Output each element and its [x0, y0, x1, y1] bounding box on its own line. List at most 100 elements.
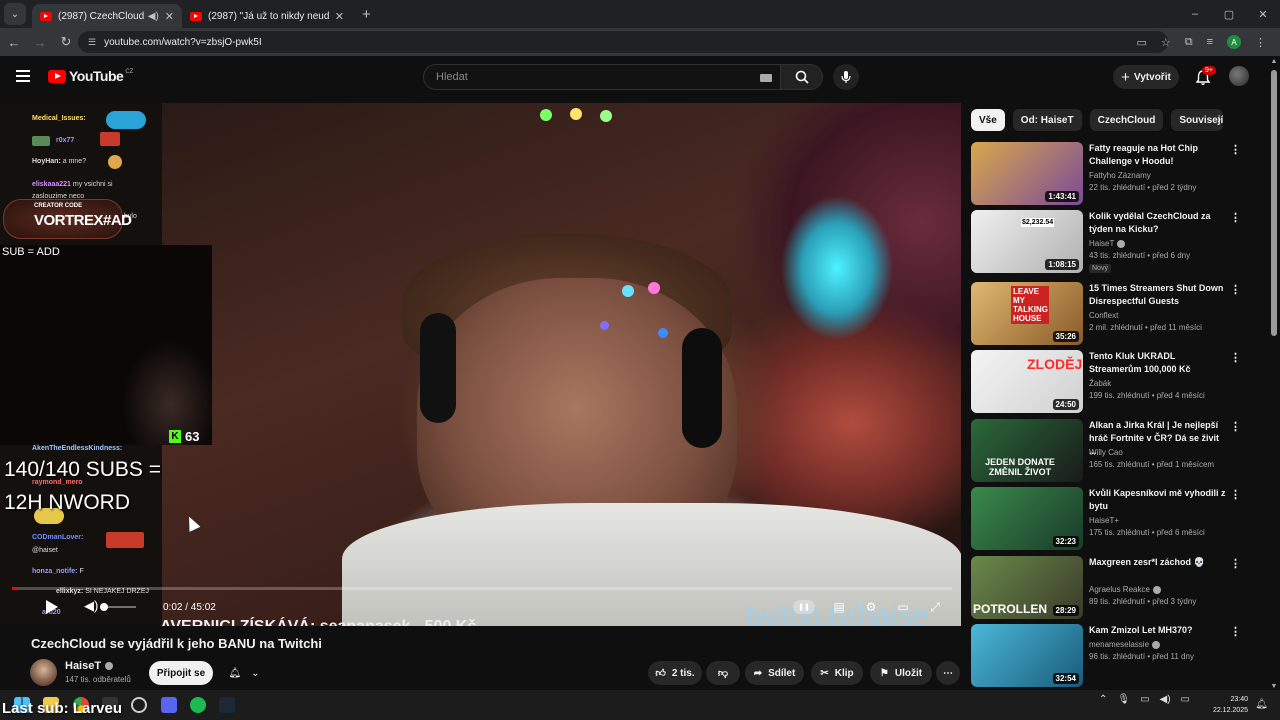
channel-name[interactable]: HaiseT: [65, 660, 114, 672]
clip-button[interactable]: ✂ Klip: [811, 661, 863, 685]
tab-close-icon[interactable]: ✕: [335, 10, 344, 23]
extensions-icon[interactable]: ⧉: [1185, 36, 1193, 49]
spotify-icon[interactable]: [190, 697, 206, 713]
steam-icon[interactable]: [219, 697, 235, 713]
more-actions-button[interactable]: ⋯: [936, 661, 960, 685]
recommendation-thumbnail[interactable]: ZLODĚJ 24:50: [971, 350, 1083, 413]
subtitles-icon[interactable]: ▤: [831, 600, 847, 614]
recommendation-title[interactable]: Kvůli Kapesníkovi mě vyhodili z bytu: [1089, 487, 1229, 513]
play-icon[interactable]: [46, 600, 58, 614]
recommendation-channel[interactable]: Žabák: [1089, 379, 1111, 388]
more-options-icon[interactable]: ⋮: [1230, 488, 1241, 501]
keyboard-icon[interactable]: [760, 74, 772, 82]
recommendation-channel[interactable]: HaiseT+: [1089, 516, 1119, 525]
tab-close-icon[interactable]: ✕: [165, 10, 174, 23]
tab-inactive[interactable]: (2987) "Já už to nikdy neudělám" ✕: [182, 4, 352, 28]
more-options-icon[interactable]: ⋮: [1230, 211, 1241, 224]
recommendation-channel[interactable]: Willy Cao: [1089, 448, 1123, 457]
more-options-icon[interactable]: ⋮: [1230, 351, 1241, 364]
recommendation-thumbnail[interactable]: $2,232.54 1:08:15: [971, 210, 1083, 273]
chip-czechcloud[interactable]: CzechCloud: [1089, 109, 1164, 131]
create-button[interactable]: + Vytvořit: [1113, 65, 1179, 89]
recommendation-thumbnail[interactable]: 32:23: [971, 487, 1083, 550]
recommendation-channel[interactable]: Fattyho Záznamy: [1089, 171, 1151, 180]
cast-icon[interactable]: ▭: [1136, 36, 1146, 49]
recommendation-thumbnail[interactable]: POTROLLEN 28:29: [971, 556, 1083, 619]
theater-mode-icon[interactable]: ▭: [895, 600, 911, 614]
scrollbar-thumb[interactable]: [1271, 70, 1277, 336]
chip-all[interactable]: Vše: [971, 109, 1005, 131]
recommendation-thumbnail[interactable]: JEDEN DONATE ZMĚNIL ŽIVOT: [971, 419, 1083, 482]
notification-center-icon[interactable]: 🔔︎: [1255, 699, 1268, 710]
new-tab-button[interactable]: +: [362, 6, 371, 23]
recommendation-title[interactable]: Kolik vydělal CzechCloud za týden na Kic…: [1089, 210, 1229, 236]
recommendation-item[interactable]: 32:54 Kam Zmizol Let MH370? menameselassie…: [971, 624, 1261, 688]
recommendation-item[interactable]: JEDEN DONATE ZMĚNIL ŽIVOT Alkan a Jirka K…: [971, 419, 1261, 483]
search-input[interactable]: Hledat: [423, 64, 781, 90]
recommendation-item[interactable]: $2,232.54 1:08:15 Kolik vydělal CzechCloud…: [971, 210, 1261, 274]
mic-tray-icon[interactable]: 🎙︎: [1117, 694, 1130, 705]
speaker-icon[interactable]: ◀): [148, 11, 159, 22]
close-window-button[interactable]: ✕: [1246, 8, 1280, 21]
more-options-icon[interactable]: ⋮: [1230, 283, 1241, 296]
video-player[interactable]: Medical_Issues: r0x77 HoyHan: a mne? eli…: [0, 103, 961, 626]
save-button[interactable]: ⚑ Uložit: [870, 661, 932, 685]
fullscreen-icon[interactable]: ⤢: [927, 600, 943, 614]
channel-avatar[interactable]: [30, 659, 57, 686]
recommendation-item[interactable]: ZLODĚJ 24:50 Tento Kluk UKRADL Streamerům …: [971, 350, 1261, 414]
recommendation-title[interactable]: Kam Zmizol Let MH370?: [1089, 624, 1229, 637]
more-options-icon[interactable]: ⋮: [1230, 625, 1241, 638]
recommendation-item[interactable]: 32:23 Kvůli Kapesníkovi mě vyhodili z byt…: [971, 487, 1261, 551]
more-options-icon[interactable]: ⋮: [1230, 143, 1241, 156]
scroll-up-icon[interactable]: ▲: [1270, 58, 1278, 65]
battery-icon[interactable]: ▭: [1181, 694, 1190, 705]
menu-icon[interactable]: [16, 70, 30, 85]
profile-avatar[interactable]: A: [1227, 35, 1241, 49]
site-info-icon[interactable]: ☰: [88, 37, 96, 48]
recommendation-channel[interactable]: HaiseT: [1089, 239, 1126, 248]
volume-tray-icon[interactable]: ◀): [1160, 694, 1171, 705]
account-avatar[interactable]: [1229, 66, 1249, 86]
reload-icon[interactable]: ↻: [54, 34, 78, 50]
progress-bar[interactable]: [12, 587, 952, 590]
subscription-bell-button[interactable]: 🔔︎ ⌄: [220, 661, 268, 685]
discord-icon[interactable]: [161, 697, 177, 713]
more-options-icon[interactable]: ⋮: [1230, 557, 1241, 570]
recommendation-channel[interactable]: menameselassie: [1089, 640, 1161, 649]
recommendation-thumbnail[interactable]: 1:43:41: [971, 142, 1083, 205]
recommendation-channel[interactable]: Agraelus Reakce: [1089, 585, 1161, 594]
chip-related[interactable]: Související: [1171, 109, 1224, 131]
forward-icon[interactable]: →: [28, 35, 52, 50]
chip-from-channel[interactable]: Od: HaiseT: [1012, 109, 1082, 131]
volume-icon[interactable]: ◀): [84, 598, 98, 614]
recommendation-thumbnail[interactable]: LEAVE MY TALKING HOUSE 35:26: [971, 282, 1083, 345]
url-field[interactable]: ☰ youtube.com/watch?v=zbsjO-pwk5I: [78, 31, 1168, 53]
share-button[interactable]: ➦ Sdílet: [745, 661, 804, 685]
minimize-button[interactable]: –: [1178, 8, 1212, 20]
voice-search-button[interactable]: [833, 64, 859, 90]
tray-chevron-up-icon[interactable]: ⌃: [1099, 694, 1107, 705]
search-button[interactable]: [781, 64, 823, 90]
network-icon[interactable]: ▭: [1140, 694, 1149, 705]
recommendation-title[interactable]: 15 Times Streamers Shut Down Disrespectf…: [1089, 282, 1229, 308]
chevron-right-icon[interactable]: ›: [1217, 112, 1221, 126]
steam-like-icon[interactable]: [131, 697, 147, 713]
browser-menu-icon[interactable]: ⋮: [1255, 36, 1266, 49]
recommendation-item[interactable]: LEAVE MY TALKING HOUSE 35:26 15 Times Stre…: [971, 282, 1261, 346]
recommendation-title[interactable]: Tento Kluk UKRADL Streamerům 100,000 Kč: [1089, 350, 1229, 376]
recommendation-thumbnail[interactable]: 32:54: [971, 624, 1083, 687]
bookmark-star-icon[interactable]: ☆: [1161, 36, 1171, 49]
volume-knob[interactable]: [100, 603, 108, 611]
tab-search-chevron-icon[interactable]: ⌄: [4, 3, 26, 25]
system-clock[interactable]: 23:40 22.12.2025: [1213, 694, 1248, 716]
back-icon[interactable]: ←: [2, 35, 26, 50]
like-button[interactable]: 👍︎ 2 tis.: [648, 661, 702, 685]
recommendation-item[interactable]: 1:43:41 Fatty reaguje na Hot Chip Challen…: [971, 142, 1261, 206]
page-scrollbar[interactable]: ▲ ▼: [1270, 58, 1278, 690]
autoplay-toggle[interactable]: ❚❚: [793, 600, 815, 614]
maximize-button[interactable]: ▢: [1212, 8, 1246, 21]
recommendation-title[interactable]: Fatty reaguje na Hot Chip Challenge v Ho…: [1089, 142, 1229, 168]
more-options-icon[interactable]: ⋮: [1230, 420, 1241, 433]
youtube-logo[interactable]: YouTube CZ: [48, 68, 133, 84]
scroll-down-icon[interactable]: ▼: [1270, 683, 1278, 690]
